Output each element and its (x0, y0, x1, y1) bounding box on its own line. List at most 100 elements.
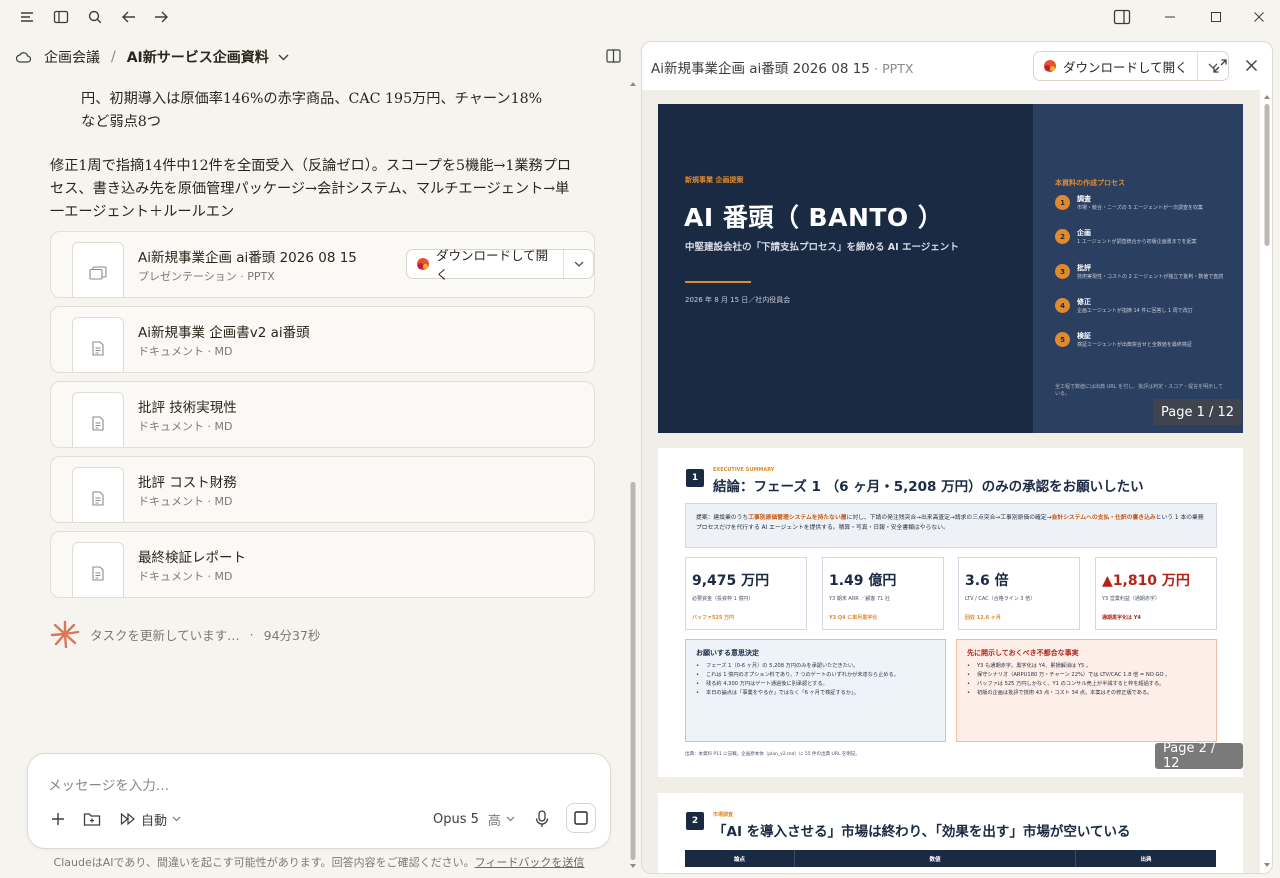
file-card-document[interactable]: Ai新規事業 企画書v2 ai番頭 ドキュメント · MD (50, 306, 595, 373)
file-type: ドキュメント · MD (138, 570, 233, 583)
download-open-button[interactable]: ダウンロードして開く (406, 248, 594, 282)
download-label: ダウンロードして開く (1063, 59, 1188, 75)
breadcrumb-project[interactable]: 企画会議 (44, 47, 100, 67)
risk-item: バッファは 525 万円しかなく、Y1 のコンサル売上が半減すると枠を超過する。 (967, 681, 1206, 689)
minimize-icon[interactable] (1147, 0, 1193, 34)
kpi-card: 9,475 万円 必要資金（投資枠 1 億円） バッファ525 万円 (685, 557, 807, 630)
message-partial: 円、初期導入は原価率146%の赤字商品、CAC 195万円、チャーン18% など… (81, 88, 591, 134)
message-line: など弱点8つ (81, 114, 161, 130)
back-arrow-icon[interactable] (117, 6, 141, 28)
folder-add-icon[interactable] (83, 807, 101, 831)
download-open-button[interactable]: ダウンロードして開く (1033, 51, 1229, 81)
page-indicator: Page 2 / 12 (1155, 741, 1243, 771)
breadcrumb-current[interactable]: AI新サービス企画資料 (127, 47, 269, 67)
claude-spark-icon (50, 620, 80, 648)
close-window-icon[interactable] (1236, 0, 1280, 34)
mode-selector[interactable]: 自動 (120, 807, 181, 831)
proposal-highlight: 工事別原価管理システムを持たない層 (748, 515, 847, 521)
step-desc: 市場・競合・ニーズの 5 エージェントが一次調査を収集 (1077, 205, 1204, 211)
step-desc: 技術実現性・コストの 2 エージェントが独立で批判・数値で査読 (1077, 274, 1224, 280)
message-input[interactable]: メッセージを入力… (48, 774, 169, 794)
file-card-document[interactable]: 最終検証レポート ドキュメント · MD (50, 531, 595, 598)
plus-icon[interactable] (50, 807, 66, 831)
step-title: 検証 (1077, 332, 1091, 340)
step-number: 2 (1055, 229, 1070, 244)
step-title: 修正 (1077, 298, 1091, 306)
column-header: 出典 (1140, 856, 1152, 863)
menu-icon[interactable] (15, 6, 39, 28)
breadcrumb-separator: / (111, 49, 116, 65)
task-status: タスクを更新しています… · 94分37秒 (50, 620, 320, 648)
slides-viewer[interactable]: 新規事業 企画提案 AI 番頭（ BANTO ） 中堅建設会社の「下請支払プロセ… (642, 90, 1260, 873)
document-icon (72, 392, 124, 447)
expand-icon[interactable] (1212, 58, 1228, 74)
document-icon (72, 542, 124, 597)
kpi-card: 1.49 億円 Y3 期末 ARR ／顧客 71 社 Y3 Q4 に単月黒字化 (822, 557, 944, 630)
message-composer[interactable]: メッセージを入力… 自動 Opus 5 高 (27, 753, 611, 849)
chevron-down-icon[interactable] (278, 54, 289, 61)
preview-scrollbar[interactable] (1260, 90, 1272, 873)
step-number: 4 (1055, 298, 1070, 313)
step-desc: 1 エージェントが調査統合から初版企画書までを起案 (1077, 239, 1197, 245)
effort-label: 高 (487, 813, 501, 829)
process-title: 本資料の作成プロセス (1055, 179, 1125, 187)
kpi-value: 9,475 万円 (692, 573, 770, 589)
forward-arrow-icon[interactable] (149, 6, 173, 28)
decision-item: これは 1 億円のオプション料であり、7 つのゲートのいずれかが未達なら止める。 (696, 672, 935, 680)
slide-date: 2026 年 8 月 15 日／社内役員会 (685, 296, 791, 304)
status-text: タスクを更新しています… (90, 627, 240, 643)
status-elapsed: 94分37秒 (263, 627, 321, 643)
file-card-document[interactable]: 批評 技術実現性 ドキュメント · MD (50, 381, 595, 448)
kpi-note: 通期黒字化は Y4 (1102, 615, 1141, 621)
presentation-icon (72, 242, 124, 297)
section-number: 1 (686, 469, 704, 487)
sidebar-toggle-icon[interactable] (49, 6, 73, 28)
column-header: 数値 (795, 850, 1076, 867)
kpi-label: Y3 期末 ARR ／顧客 71 社 (829, 596, 890, 602)
chat-scrollbar[interactable] (629, 80, 637, 870)
decision-item: 残る約 4,300 万円はゲート通過後に別承認とする。 (696, 681, 935, 689)
column-header: 論点 (685, 850, 795, 867)
chevron-down-icon[interactable] (564, 250, 593, 278)
preview-filename: Ai新規事業企画 ai番頭 2026 08 15 (651, 61, 870, 77)
microphone-icon[interactable] (535, 807, 549, 831)
decision-title: お願いする意思決定 (696, 649, 759, 657)
kpi-label: 必要資金（投資枠 1 億円） (692, 596, 754, 602)
stop-button[interactable] (566, 803, 596, 833)
title-bar (0, 0, 1280, 34)
decision-item: 本日の論点は「事業をやるか」ではなく「6 ヶ月で検証するか」。 (696, 690, 935, 698)
search-icon[interactable] (83, 6, 107, 28)
panel-toggle-icon[interactable] (1110, 6, 1134, 28)
preview-title: Ai新規事業企画 ai番頭 2026 08 15 · PPTX (651, 57, 913, 77)
feedback-link[interactable]: フィードバックを送信 (475, 856, 585, 869)
cloud-icon (16, 51, 31, 63)
decision-box: お願いする意思決定 フェーズ 1（0-6 ヶ月）の 5,208 万円のみを承認い… (685, 639, 946, 742)
office-icon (416, 257, 430, 271)
accent-rule (685, 281, 751, 283)
risk-item: 保守シナリオ（ARPU180 万・チャーン 22%）では LTV/CAC 1.8… (967, 672, 1206, 680)
model-selector[interactable]: Opus 5 高 (433, 807, 515, 831)
step-desc: 検証エージェントが出典突合せと全数値を最終検証 (1077, 342, 1192, 348)
proposal-highlight: 会計システムへの支払・仕訳の書き込み (1051, 515, 1156, 521)
file-card-presentation[interactable]: Ai新規事業企画 ai番頭 2026 08 15 プレゼンテーション · PPT… (50, 231, 595, 298)
file-title: Ai新規事業企画 ai番頭 2026 08 15 (138, 250, 357, 266)
kpi-card: 3.6 倍 LTV / CAC（合格ライン 3 倍） 回収 12.6 ヶ月 (958, 557, 1080, 630)
file-title: 批評 コスト財務 (138, 475, 237, 491)
fast-forward-icon (120, 812, 136, 826)
maximize-icon[interactable] (1193, 0, 1239, 34)
document-icon (72, 467, 124, 522)
file-title: Ai新規事業 企画書v2 ai番頭 (138, 325, 310, 341)
collapse-panel-icon[interactable] (606, 49, 621, 63)
kpi-note: バッファ525 万円 (692, 615, 735, 621)
close-preview-icon[interactable] (1245, 59, 1258, 72)
slide-title: AI 番頭（ BANTO ） (684, 203, 944, 232)
file-type: ドキュメント · MD (138, 345, 233, 358)
chevron-down-icon (506, 816, 515, 822)
file-card-document[interactable]: 批評 コスト財務 ドキュメント · MD (50, 456, 595, 523)
kpi-card: ▲1,810 万円 Y3 営業利益（通期赤字） 通期黒字化は Y4 (1095, 557, 1217, 630)
process-sidebar: 本資料の作成プロセス 1 調査 市場・競合・ニーズの 5 エージェントが一次調査… (1033, 104, 1243, 433)
proposal-text: 提案：建設業のうち (696, 515, 749, 521)
kpi-value: 3.6 倍 (965, 573, 1009, 589)
file-title: 最終検証レポート (138, 550, 246, 566)
process-footer: 全工程で数値には出典 URL を付し、批評は判定・スコア・提言を明示している。 (1055, 384, 1223, 397)
